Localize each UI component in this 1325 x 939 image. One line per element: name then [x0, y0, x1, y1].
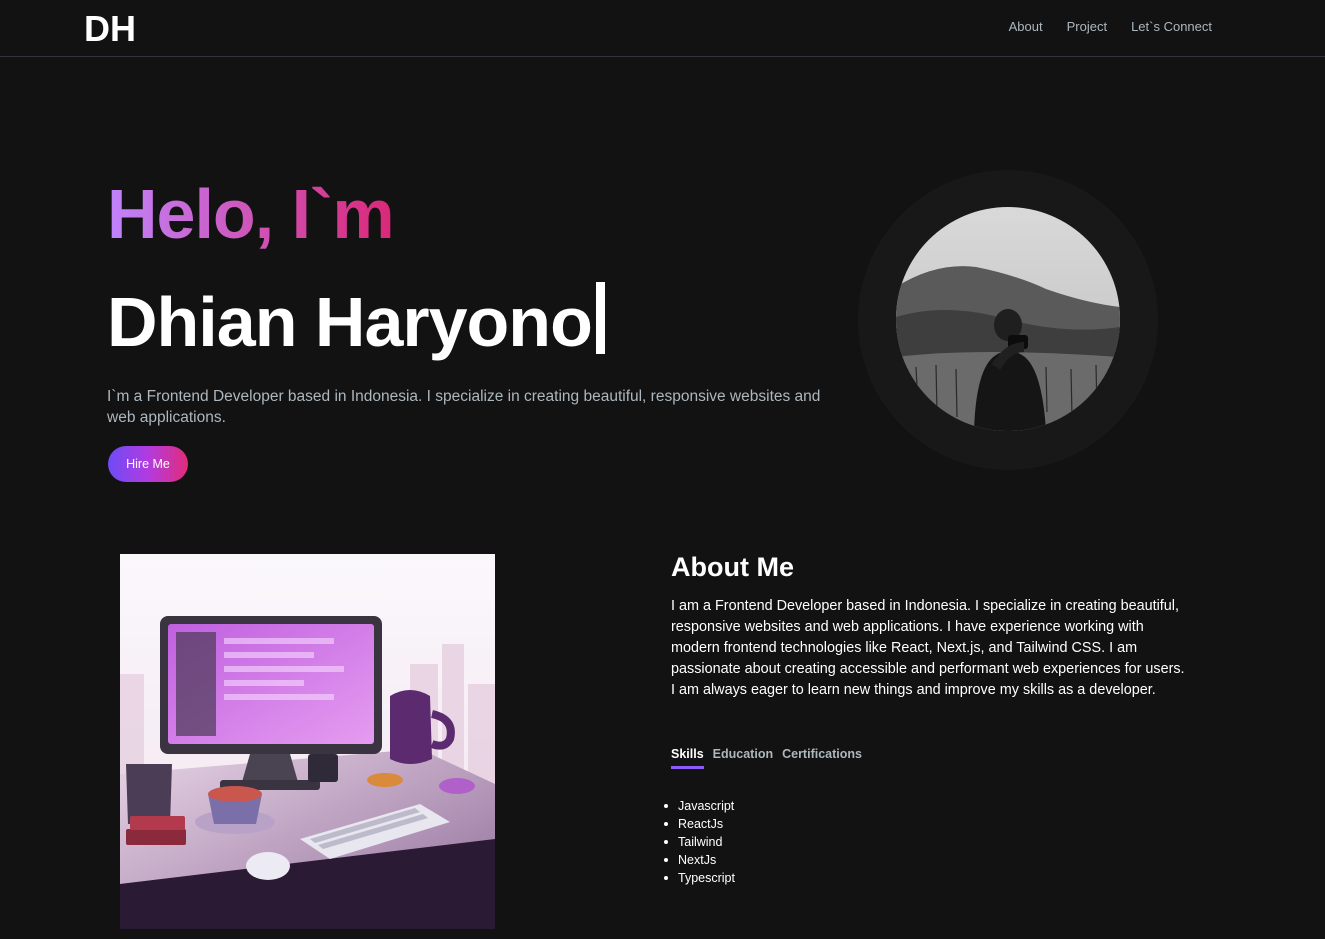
- logo[interactable]: DH: [84, 8, 136, 50]
- about-text: I am a Frontend Developer based in Indon…: [671, 598, 1185, 698]
- list-item: ReactJs: [664, 815, 735, 833]
- nav-links: About Project Let`s Connect: [1009, 19, 1212, 34]
- hero-description: I`m a Frontend Developer based in Indone…: [107, 388, 821, 426]
- profile-photo-graphic: [896, 207, 1120, 431]
- about-illustration: [120, 554, 495, 929]
- desk-illustration: [120, 554, 495, 929]
- about-tabs: Skills Education Certifications: [671, 747, 862, 769]
- nav-link-project[interactable]: Project: [1067, 19, 1107, 34]
- hero-greeting: Helo, I`m: [107, 172, 395, 256]
- tab-skills[interactable]: Skills: [671, 747, 704, 769]
- navbar: DH About Project Let`s Connect: [0, 0, 1325, 57]
- about-title: About Me: [671, 552, 794, 582]
- hero-name-line: Dhian Haryono: [107, 280, 605, 364]
- list-item: Tailwind: [664, 833, 735, 851]
- list-item: Typescript: [664, 871, 735, 885]
- tab-education[interactable]: Education: [713, 747, 773, 769]
- typing-cursor: [595, 282, 605, 354]
- tab-certifications[interactable]: Certifications: [782, 747, 862, 769]
- list-item: Javascript: [664, 799, 735, 813]
- list-item: NextJs: [664, 851, 735, 869]
- nav-link-connect[interactable]: Let`s Connect: [1131, 19, 1212, 34]
- skills-list: Javascript ReactJs Tailwind NextJs Types…: [664, 797, 735, 887]
- hero-name: Dhian Haryono: [107, 283, 593, 361]
- profile-photo: [896, 207, 1120, 431]
- nav-link-about[interactable]: About: [1009, 19, 1043, 34]
- hire-me-button[interactable]: Hire Me: [108, 446, 188, 482]
